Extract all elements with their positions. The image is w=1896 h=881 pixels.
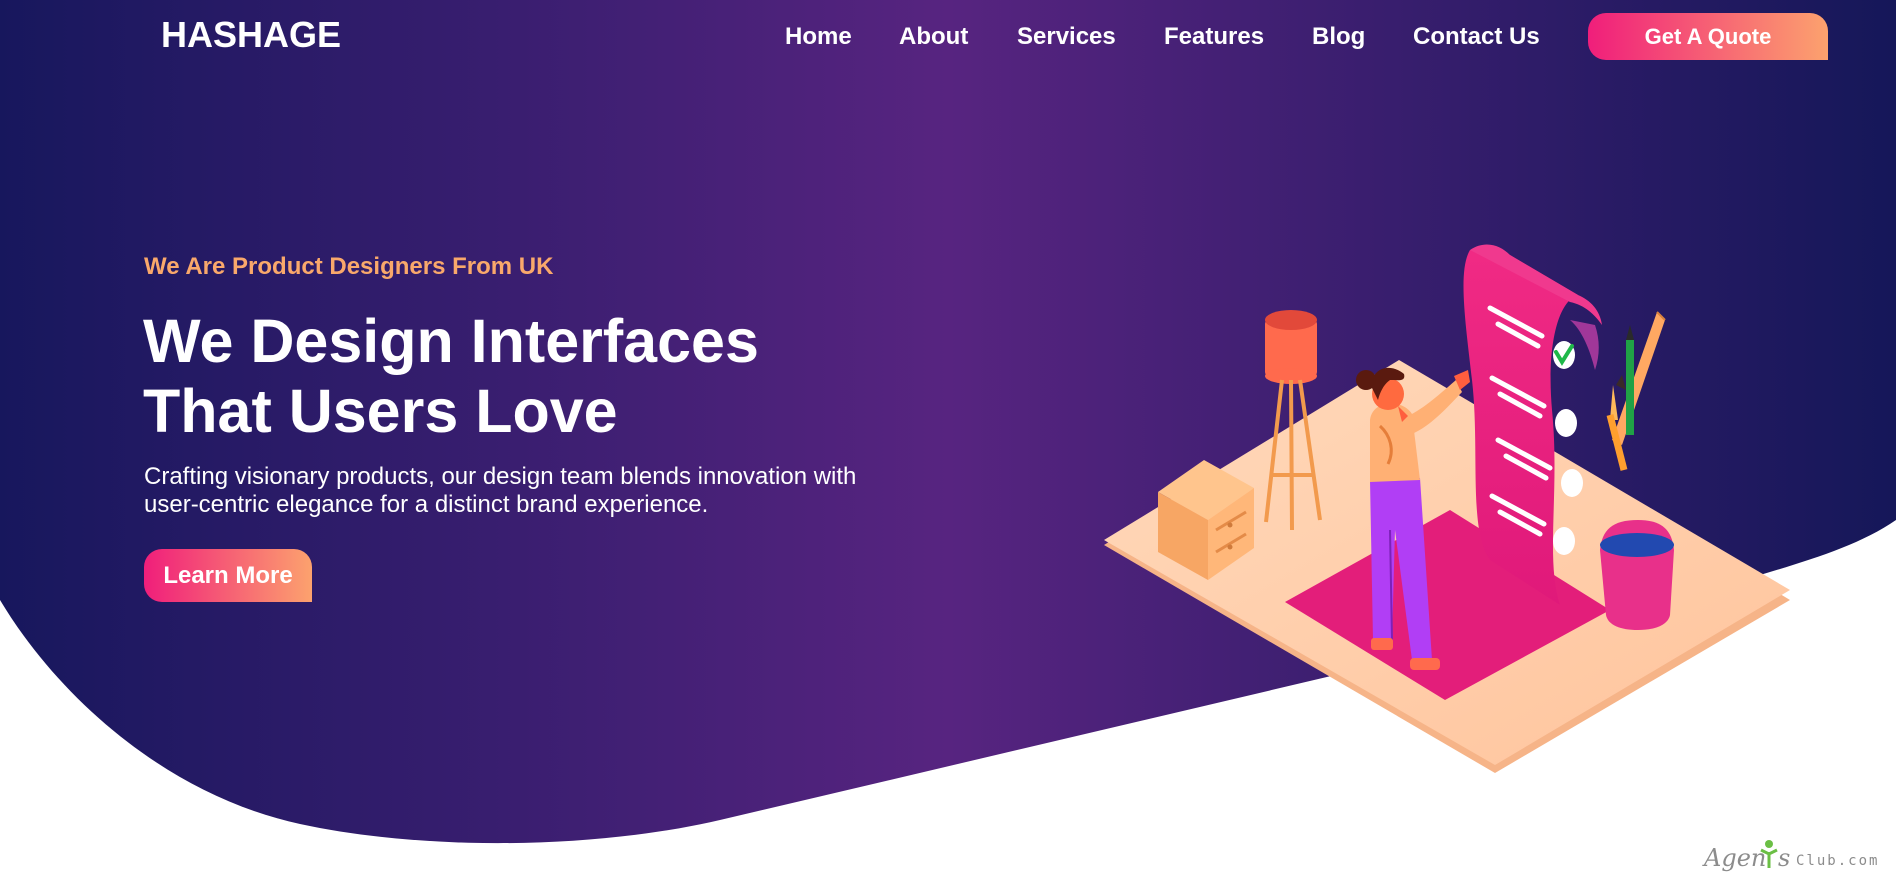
hero-tagline: We Are Product Designers From UK <box>144 253 554 280</box>
learn-more-button[interactable]: Learn More <box>144 549 312 602</box>
agents-club-watermark: Agen s Club.com <box>1702 840 1879 872</box>
get-a-quote-button[interactable]: Get A Quote <box>1588 13 1828 60</box>
hero-headline: We Design Interfaces That Users Love <box>143 306 903 446</box>
hero-description-line-2: user-centric elegance for a distinct bra… <box>144 491 709 518</box>
nav-contact-us[interactable]: Contact Us <box>1413 20 1540 54</box>
nav-services[interactable]: Services <box>1017 20 1116 54</box>
hero-description: Crafting visionary products, our design … <box>144 463 904 519</box>
watermark-suffix: Club.com <box>1796 853 1879 869</box>
hero-description-line-1: Crafting visionary products, our design … <box>144 463 857 490</box>
watermark-brand-tail: s <box>1778 844 1790 872</box>
nav-about[interactable]: About <box>899 20 968 54</box>
hero-headline-line-2: That Users Love <box>143 377 618 445</box>
nav-features[interactable]: Features <box>1164 20 1264 54</box>
checklist-designer-illustration <box>1104 244 1790 773</box>
nav-home[interactable]: Home <box>785 20 852 54</box>
watermark-brand: Agen <box>1702 844 1766 872</box>
nav-blog[interactable]: Blog <box>1312 20 1365 54</box>
pencil-cup-icon <box>1600 311 1674 630</box>
hero-headline-line-1: We Design Interfaces <box>143 307 759 375</box>
